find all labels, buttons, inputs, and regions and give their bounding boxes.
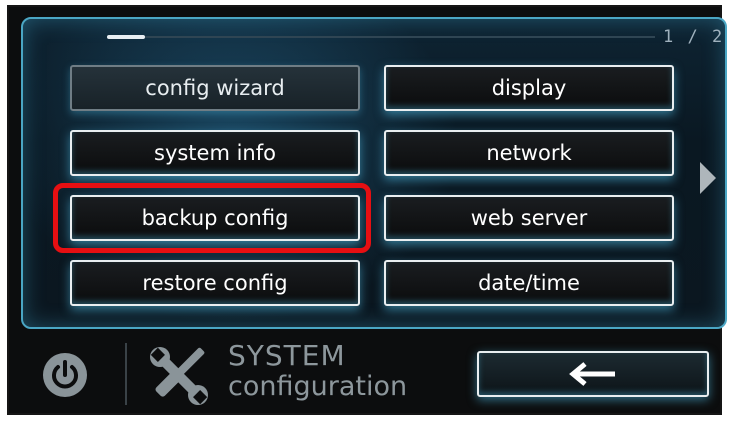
section-subtitle: configuration: [228, 371, 408, 402]
web-server-button[interactable]: web server: [384, 195, 674, 241]
menu-panel: 1 / 2 config wizard display system info …: [21, 17, 727, 329]
power-icon[interactable]: [43, 353, 87, 397]
tools-icon: [146, 345, 212, 407]
network-button[interactable]: network: [384, 130, 674, 176]
power-glyph: [52, 360, 78, 389]
system-info-button[interactable]: system info: [70, 130, 360, 176]
selection-highlight: [53, 183, 371, 253]
divider: [125, 343, 127, 405]
page-indicator: 1 / 2: [663, 27, 725, 47]
page-progress-track: [107, 35, 655, 39]
arrow-right-icon[interactable]: [700, 162, 716, 194]
bottom-bar: SYSTEM configuration: [21, 333, 727, 417]
date-time-button[interactable]: date/time: [384, 260, 674, 306]
config-wizard-button[interactable]: config wizard: [70, 65, 360, 111]
section-title: SYSTEM: [228, 339, 346, 372]
device-frame: 1 / 2 config wizard display system info …: [7, 5, 727, 415]
arrow-left-icon: [569, 362, 615, 386]
page-progress-fill: [107, 35, 146, 39]
restore-config-button[interactable]: restore config: [70, 260, 360, 306]
display-button[interactable]: display: [384, 65, 674, 111]
tools-glyph: [150, 347, 208, 405]
back-button[interactable]: [477, 351, 709, 397]
